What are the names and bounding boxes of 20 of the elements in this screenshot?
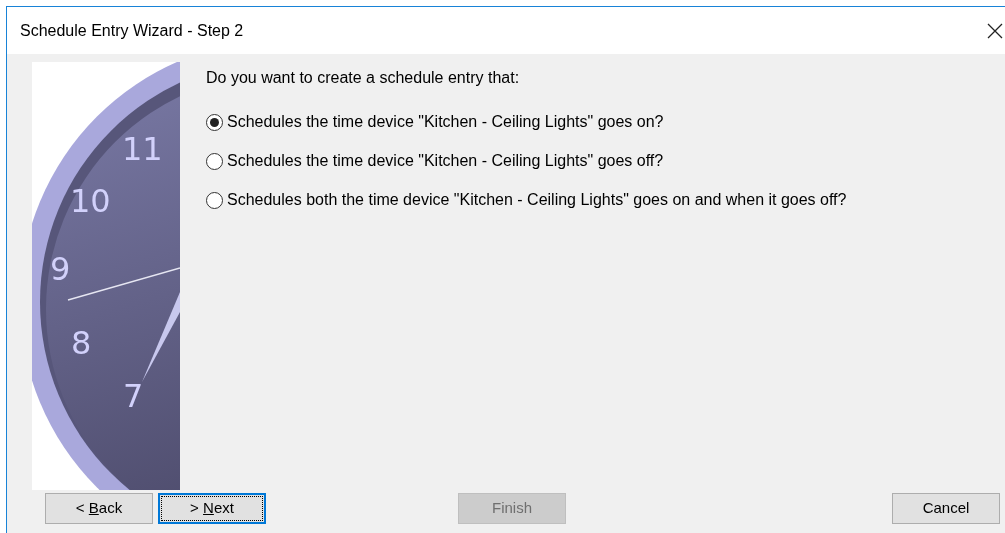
clock-numeral: 8 bbox=[71, 324, 92, 362]
close-icon[interactable] bbox=[987, 22, 1003, 39]
clock-numeral: 10 bbox=[70, 182, 111, 220]
option-label: Schedules the time device "Kitchen - Ceiling Lights" goes off? bbox=[227, 151, 664, 171]
clock-numeral: 11 bbox=[122, 130, 163, 168]
radio-option[interactable]: Schedules the time device "Kitchen - Ceiling Lights" goes off? bbox=[206, 149, 1005, 173]
window-title: Schedule Entry Wizard - Step 2 bbox=[20, 20, 244, 41]
clock-numeral: 7 bbox=[123, 377, 144, 415]
question-text: Do you want to create a schedule entry that: bbox=[206, 68, 521, 88]
wizard-button[interactable]: < Back bbox=[45, 493, 153, 524]
radio-button[interactable] bbox=[206, 113, 223, 131]
radio-option[interactable]: Schedules both the time device "Kitchen - Ceiling Lights" goes on and when it goes off? bbox=[206, 188, 1005, 212]
wizard-button[interactable]: > Next bbox=[158, 493, 266, 524]
option-label: Schedules the time device "Kitchen - Ceiling Lights" goes on? bbox=[227, 112, 664, 132]
radio-button[interactable] bbox=[206, 152, 223, 170]
radio-option[interactable]: Schedules the time device "Kitchen - Ceiling Lights" goes on? bbox=[206, 110, 1005, 134]
option-label: Schedules both the time device "Kitchen - Ceiling Lights" goes on and when it goes off? bbox=[227, 190, 847, 210]
wizard-button[interactable]: Cancel bbox=[892, 493, 1000, 524]
clock-numeral: 9 bbox=[50, 250, 71, 288]
radio-button[interactable] bbox=[206, 191, 223, 209]
